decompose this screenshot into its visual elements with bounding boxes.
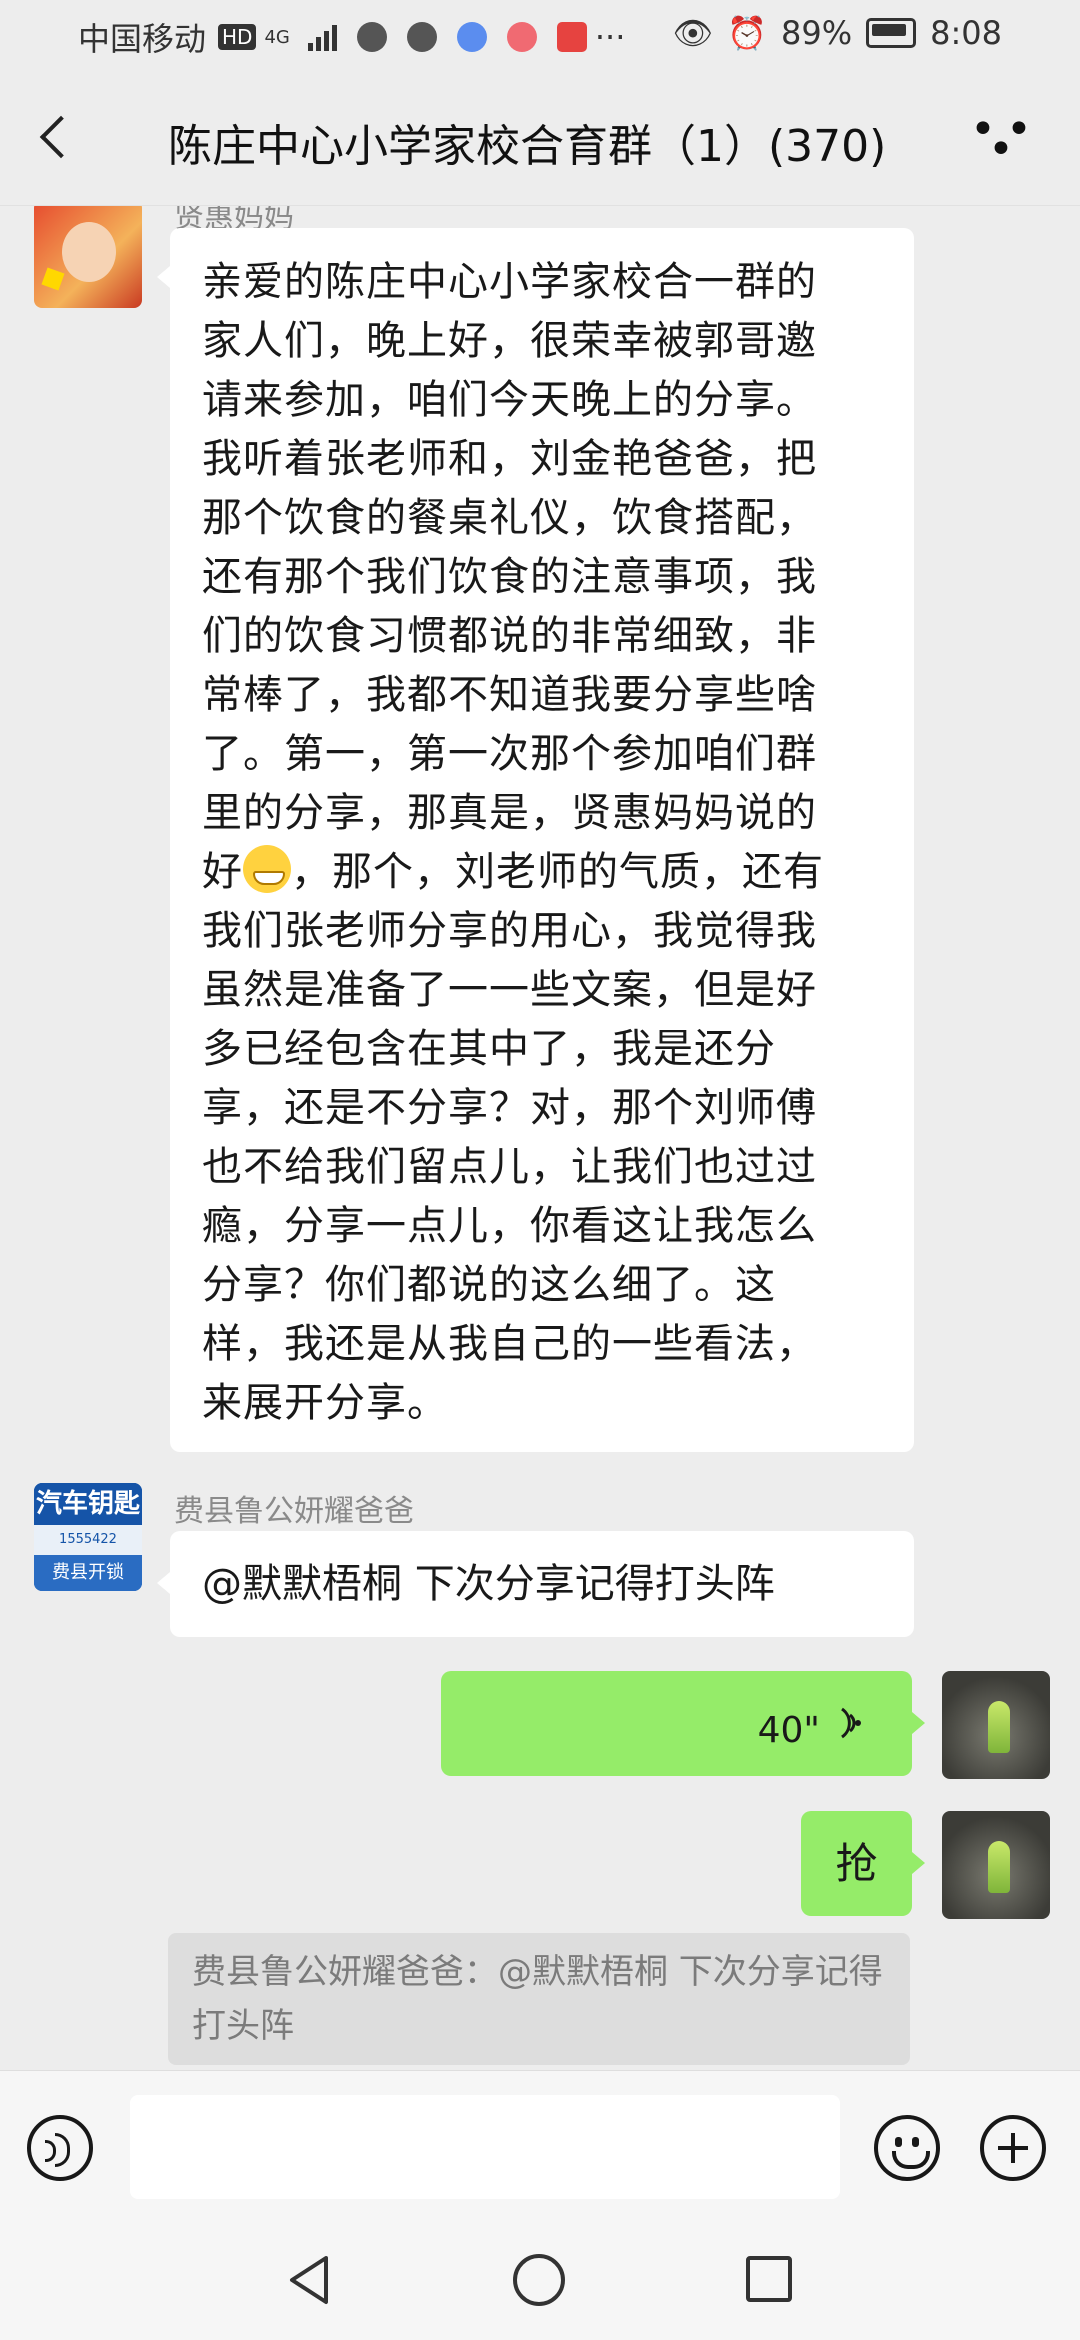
- system-nav-bar: [0, 2220, 1080, 2340]
- nav-recent-apps-icon[interactable]: [746, 2256, 792, 2302]
- sprout-icon: [988, 1701, 1010, 1753]
- book-icon: [556, 22, 587, 52]
- message-text: @默默梧桐 下次分享记得打头阵: [202, 1561, 775, 1607]
- message-text-part2: ，那个，刘老师的气质，还有 我们张老师分享的用心，我觉得我 虽然是准备了一一些文…: [202, 849, 824, 1426]
- emoji-mouth: [892, 2151, 930, 2169]
- status-left: 中国移动 HD 4G ···: [78, 14, 625, 60]
- sender-name: 费县鲁公妍耀爸爸: [174, 1494, 414, 1529]
- bubble-tail: [912, 1852, 925, 1874]
- my-avatar[interactable]: [942, 1671, 1050, 1779]
- avatar[interactable]: 汽车钥匙 1555422 费县开锁: [34, 1483, 142, 1591]
- nav-back-icon[interactable]: [286, 2254, 332, 2306]
- emoji-eye: [912, 2137, 919, 2147]
- bubble-tail: [157, 1572, 170, 1594]
- nav-home-icon[interactable]: [513, 2254, 565, 2306]
- avatar-text: 费县开锁: [34, 1555, 142, 1591]
- eye-icon: 👁: [672, 14, 714, 52]
- message-text: 抢: [835, 1839, 878, 1888]
- input-bar: [0, 2070, 1080, 2221]
- chat-header: 陈庄中心小学家校合育群（1）(370) • • •: [0, 70, 1080, 206]
- battery-percent: 89%: [781, 14, 853, 52]
- quoted-message[interactable]: 费县鲁公妍耀爸爸：@默默梧桐 下次分享记得打头阵: [168, 1933, 910, 2065]
- message-bubble[interactable]: 亲爱的陈庄中心小学家校合一群的 家人们，晚上好，很荣幸被郭哥邀 请来参加，咱们今…: [170, 228, 914, 1452]
- status-right: 👁 ⏰ 89% 8:08: [673, 14, 1002, 52]
- emoji-icon[interactable]: [874, 2115, 940, 2181]
- avatar-text: 1555422: [34, 1525, 142, 1555]
- message-bubble[interactable]: 抢: [801, 1811, 912, 1916]
- battery-icon: [866, 18, 917, 48]
- voice-message-bubble[interactable]: 40": [441, 1671, 912, 1776]
- flag-star-icon: [41, 267, 65, 291]
- bubble-tail: [157, 266, 170, 288]
- emoji-eye: [895, 2137, 902, 2147]
- carrier-label: 中国移动: [78, 20, 207, 58]
- grinning-emoji-icon: [243, 845, 291, 893]
- more-notifications-icon: ···: [594, 18, 626, 56]
- chat-title: 陈庄中心小学家校合育群（1）(370): [168, 121, 887, 172]
- hd-badge: HD: [218, 24, 257, 50]
- clock: 8:08: [930, 14, 1002, 52]
- back-arrow-icon[interactable]: [36, 114, 76, 164]
- chat-app-icon: [456, 22, 487, 52]
- signal-icon: [307, 23, 337, 51]
- avatar-face: [62, 222, 116, 282]
- message-text-part1: 亲爱的陈庄中心小学家校合一群的 家人们，晚上好，很荣幸被郭哥邀 请来参加，咱们今…: [202, 259, 817, 895]
- message-text: 亲爱的陈庄中心小学家校合一群的 家人们，晚上好，很荣幸被郭哥邀 请来参加，咱们今…: [202, 253, 890, 1433]
- voice-wave-icon: [841, 1707, 861, 1739]
- alarm-icon: ⏰: [727, 14, 768, 52]
- message-bubble[interactable]: @默默梧桐 下次分享记得打头阵: [170, 1531, 914, 1637]
- quoted-text: 费县鲁公妍耀爸爸：@默默梧桐 下次分享记得打头阵: [192, 1952, 883, 2046]
- more-dots-icon[interactable]: • • •: [970, 108, 1032, 172]
- hourglass-icon: [356, 22, 387, 52]
- voice-duration: 40": [757, 1710, 820, 1751]
- chat-messages[interactable]: 贤惠妈妈 亲爱的陈庄中心小学家校合一群的 家人们，晚上好，很荣幸被郭哥邀 请来参…: [0, 206, 1080, 2070]
- avatar-text: 汽车钥匙: [34, 1483, 142, 1525]
- status-bar: 中国移动 HD 4G ··· 👁 ⏰ 89% 8:08: [0, 0, 1080, 70]
- plus-icon[interactable]: [980, 2115, 1046, 2181]
- browser-icon: [406, 22, 437, 52]
- message-input[interactable]: [130, 2095, 840, 2199]
- bubble-tail: [912, 1712, 925, 1734]
- avatar[interactable]: [34, 206, 142, 308]
- sprout-icon: [988, 1841, 1010, 1893]
- voice-input-icon[interactable]: [27, 2115, 93, 2181]
- podcast-icon: [506, 22, 537, 52]
- my-avatar[interactable]: [942, 1811, 1050, 1919]
- network-label: 4G: [264, 26, 290, 48]
